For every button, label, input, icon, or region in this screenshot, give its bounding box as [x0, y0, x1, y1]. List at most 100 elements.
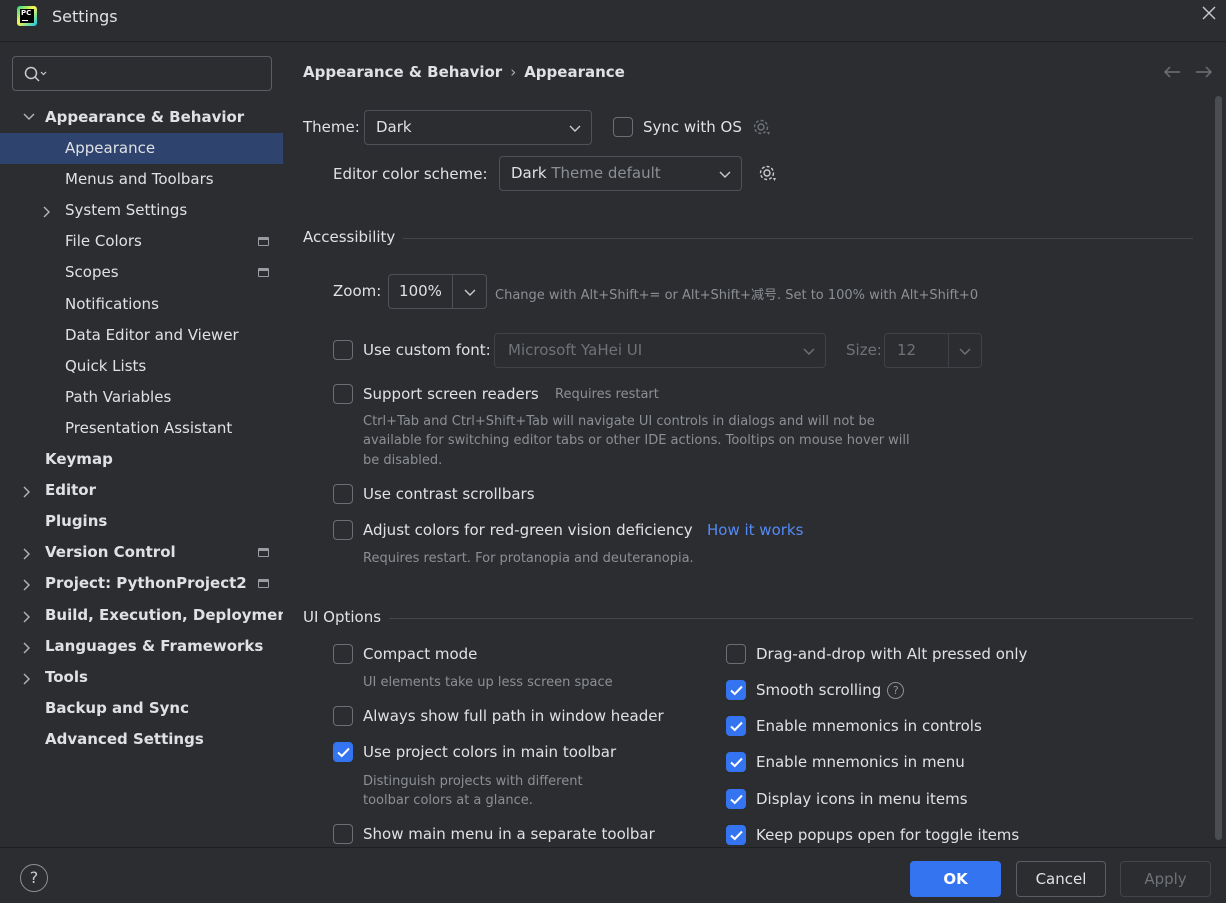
contrast-scrollbars-checkbox[interactable] [333, 484, 353, 504]
cancel-button[interactable]: Cancel [1016, 861, 1106, 897]
keep-popups-label[interactable]: Keep popups open for toggle items [756, 826, 1019, 844]
smooth-scrolling-checkbox[interactable] [726, 680, 746, 700]
full-path-checkbox[interactable] [333, 706, 353, 726]
sync-with-os-label[interactable]: Sync with OS [643, 118, 742, 136]
sidebar-item-file-colors[interactable]: File Colors [0, 226, 283, 257]
editor-scheme-value: Dark [511, 164, 547, 182]
app-icon-text: PC [21, 9, 32, 17]
settings-search-box[interactable] [12, 56, 272, 91]
contrast-scrollbars-label[interactable]: Use contrast scrollbars [363, 485, 535, 503]
sidebar-item-label: Presentation Assistant [65, 418, 233, 437]
sidebar-item-label: Version Control [45, 543, 176, 562]
sidebar-item-backup-and-sync[interactable]: Backup and Sync [0, 693, 283, 724]
sidebar-item-label: Keymap [45, 450, 113, 469]
project-colors-checkbox[interactable] [333, 742, 353, 762]
arrow-left-icon[interactable] [1163, 65, 1181, 83]
section-divider [403, 238, 1193, 239]
red-green-label[interactable]: Adjust colors for red-green vision defic… [363, 521, 693, 539]
content-scrollbar[interactable] [1215, 96, 1222, 840]
sidebar-item-label: Tools [45, 667, 88, 686]
full-path-label[interactable]: Always show full path in window header [363, 707, 664, 725]
screen-readers-checkbox[interactable] [333, 384, 353, 404]
font-size-dropdown[interactable]: 12 [884, 333, 982, 368]
sidebar-item-label: Advanced Settings [45, 729, 204, 748]
custom-font-checkbox[interactable] [333, 340, 353, 360]
editor-scheme-dropdown[interactable]: Dark Theme default [499, 156, 742, 191]
red-green-checkbox[interactable] [333, 520, 353, 540]
ok-button[interactable]: OK [910, 861, 1001, 897]
zoom-dropdown[interactable]: 100% [388, 274, 487, 309]
project-scope-icon [258, 237, 269, 247]
how-it-works-link[interactable]: How it works [707, 521, 803, 539]
icons-in-menu-checkbox[interactable] [726, 789, 746, 809]
sidebar-item-build-execution-deployment[interactable]: Build, Execution, Deployment [0, 600, 295, 631]
sidebar-item-label: Scopes [65, 263, 119, 282]
dialog-footer: ? OK Cancel Apply [0, 847, 1226, 903]
help-button[interactable]: ? [20, 864, 48, 892]
drag-and-drop-checkbox[interactable] [726, 644, 746, 664]
sidebar-item-keymap[interactable]: Keymap [0, 444, 283, 475]
sidebar-item-notifications[interactable]: Notifications [0, 289, 283, 320]
breadcrumb-parent[interactable]: Appearance & Behavior [303, 63, 502, 81]
sidebar-item-menus-and-toolbars[interactable]: Menus and Toolbars [0, 164, 283, 195]
sidebar-item-label: File Colors [65, 232, 142, 251]
compact-mode-checkbox[interactable] [333, 644, 353, 664]
pycharm-app-icon: PC [17, 6, 37, 26]
smooth-scrolling-text: Smooth scrolling [756, 681, 882, 699]
sidebar-item-project-pythonproject2[interactable]: Project: PythonProject2 [0, 568, 283, 599]
sidebar-item-languages-frameworks[interactable]: Languages & Frameworks [0, 631, 283, 662]
sidebar-item-presentation-assistant[interactable]: Presentation Assistant [0, 413, 283, 444]
editor-scheme-label: Editor color scheme: [333, 165, 488, 183]
custom-font-label[interactable]: Use custom font: [363, 341, 491, 359]
sidebar-item-plugins[interactable]: Plugins [0, 506, 283, 537]
project-colors-label[interactable]: Use project colors in main toolbar [363, 743, 616, 761]
drag-and-drop-label[interactable]: Drag-and-drop with Alt pressed only [756, 645, 1027, 663]
compact-mode-label[interactable]: Compact mode [363, 645, 477, 663]
sidebar-item-path-variables[interactable]: Path Variables [0, 382, 283, 413]
settings-search-input[interactable] [61, 61, 261, 86]
main-menu-toolbar-checkbox[interactable] [333, 824, 353, 844]
zoom-label: Zoom: [333, 282, 382, 300]
sidebar-item-label: Quick Lists [65, 356, 147, 375]
screen-readers-label[interactable]: Support screen readers [363, 385, 539, 403]
sidebar-item-tools[interactable]: Tools [0, 662, 283, 693]
sidebar-item-editor[interactable]: Editor [0, 475, 283, 506]
sidebar-item-advanced-settings[interactable]: Advanced Settings [0, 724, 283, 755]
project-scope-icon [258, 268, 269, 278]
font-size-label: Size: [846, 341, 882, 359]
mnemonics-menu-checkbox[interactable] [726, 752, 746, 772]
keep-popups-checkbox[interactable] [726, 825, 746, 845]
zoom-hint: Change with Alt+Shift+= or Alt+Shift+减号.… [495, 288, 979, 303]
theme-dropdown[interactable]: Dark [364, 110, 592, 145]
custom-font-value: Microsoft YaHei UI [508, 341, 643, 359]
sync-with-os-checkbox[interactable] [613, 117, 633, 137]
sidebar-item-appearance[interactable]: Appearance [0, 133, 283, 165]
sidebar-item-quick-lists[interactable]: Quick Lists [0, 351, 283, 382]
sidebar-item-label: Menus and Toolbars [65, 170, 214, 189]
apply-button[interactable]: Apply [1120, 861, 1211, 897]
main-menu-toolbar-label[interactable]: Show main menu in a separate toolbar [363, 825, 655, 843]
mnemonics-controls-checkbox[interactable] [726, 716, 746, 736]
close-icon[interactable] [1200, 6, 1218, 24]
checkmark-icon [730, 721, 743, 732]
question-icon[interactable]: ? [887, 682, 905, 699]
project-colors-desc-1: Distinguish projects with different [363, 774, 583, 789]
sidebar-item-appearance-behavior[interactable]: Appearance & Behavior [0, 102, 283, 133]
sidebar-item-system-settings[interactable]: System Settings [0, 195, 283, 226]
checkmark-icon [730, 830, 743, 841]
breadcrumb-separator: › [510, 63, 517, 81]
theme-label: Theme: [303, 118, 360, 136]
sidebar-item-label: Plugins [45, 512, 108, 531]
mnemonics-menu-label[interactable]: Enable mnemonics in menu [756, 753, 965, 771]
gear-icon[interactable] [758, 164, 778, 188]
icons-in-menu-label[interactable]: Display icons in menu items [756, 790, 968, 808]
sidebar-item-version-control[interactable]: Version Control [0, 537, 283, 568]
sidebar-item-scopes[interactable]: Scopes [0, 257, 283, 288]
custom-font-dropdown[interactable]: Microsoft YaHei UI [494, 333, 826, 368]
mnemonics-controls-label[interactable]: Enable mnemonics in controls [756, 717, 982, 735]
gear-icon[interactable] [752, 118, 772, 142]
sidebar-item-label: Languages & Frameworks [45, 636, 264, 655]
sidebar-item-data-editor-and-viewer[interactable]: Data Editor and Viewer [0, 320, 283, 351]
smooth-scrolling-label[interactable]: Smooth scrolling? [756, 681, 905, 699]
arrow-right-icon[interactable] [1195, 65, 1213, 83]
